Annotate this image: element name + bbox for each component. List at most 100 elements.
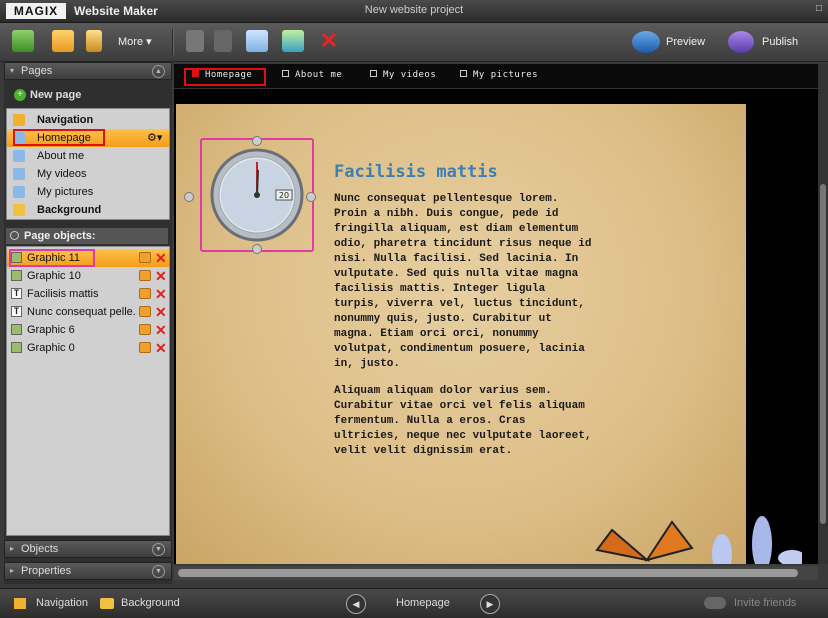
- toolbar: More ▾ ✕ Preview Publish: [0, 23, 828, 62]
- object-item-nunc-consequat[interactable]: T Nunc consequat pelle... ✕: [7, 303, 169, 321]
- resize-handle[interactable]: [306, 192, 316, 202]
- delete-icon[interactable]: ✕: [318, 30, 340, 52]
- scrollbar-thumb[interactable]: [820, 184, 826, 524]
- content-paragraph-2[interactable]: Aliquam aliquam dolor varius sem. Curabi…: [334, 384, 614, 459]
- visibility-icon[interactable]: [139, 270, 151, 281]
- scrollbar-thumb[interactable]: [178, 569, 798, 577]
- visibility-icon[interactable]: [139, 324, 151, 335]
- page-item-label: My videos: [37, 168, 87, 180]
- page-item-about-me[interactable]: About me: [7, 147, 169, 165]
- background-button[interactable]: Background: [121, 597, 180, 609]
- page-icon: [13, 150, 25, 162]
- page-item-background[interactable]: Background: [7, 201, 169, 219]
- new-page-button[interactable]: + New page: [8, 86, 170, 104]
- page-item-label: About me: [37, 150, 85, 162]
- undo-icon[interactable]: [186, 30, 204, 52]
- preview-label: Preview: [666, 36, 706, 48]
- site-nav-label: About me: [295, 70, 343, 80]
- delete-object-icon[interactable]: ✕: [155, 303, 167, 321]
- expand-circle-icon[interactable]: ▼: [152, 543, 165, 556]
- flower-graphic[interactable]: [702, 514, 802, 564]
- selection-highlight: [13, 129, 105, 146]
- vertical-scrollbar[interactable]: [818, 64, 828, 564]
- site-nav-about-me[interactable]: About me: [282, 70, 342, 80]
- visibility-icon[interactable]: [139, 252, 151, 263]
- object-item-graphic-11[interactable]: Graphic 11 ✕: [7, 249, 169, 267]
- window-button[interactable]: □: [816, 3, 822, 14]
- object-item-graphic-10[interactable]: Graphic 10 ✕: [7, 267, 169, 285]
- left-panel: ▾ Pages ▲ + New page Navigation Homepage…: [4, 62, 172, 584]
- expand-circle-icon[interactable]: ▼: [152, 565, 165, 578]
- delete-object-icon[interactable]: ✕: [155, 285, 167, 303]
- gear-icon[interactable]: ⚙▾: [147, 129, 162, 147]
- page-icon: [13, 168, 25, 180]
- properties-panel-header[interactable]: ▸ Properties ▼: [4, 562, 172, 580]
- collapse-circle-icon[interactable]: ▲: [152, 65, 165, 78]
- page-canvas[interactable]: Homepage About me My videos My pictures …: [174, 64, 818, 564]
- more-menu-button[interactable]: More ▾: [118, 35, 152, 48]
- nav-bullet-icon: [460, 70, 467, 77]
- object-item-graphic-0[interactable]: Graphic 0 ✕: [7, 339, 169, 357]
- pages-panel-header[interactable]: ▾ Pages ▲: [4, 62, 172, 80]
- redo-icon[interactable]: [214, 30, 232, 52]
- previous-page-icon[interactable]: ◀: [346, 594, 366, 614]
- delete-object-icon[interactable]: ✕: [155, 321, 167, 339]
- objects-panel-title: Objects: [21, 543, 59, 555]
- graphic-icon: [11, 342, 22, 353]
- site-nav-homepage[interactable]: Homepage: [192, 70, 252, 80]
- object-label: Facilisis mattis: [27, 288, 99, 300]
- site-nav-label: Homepage: [205, 70, 253, 80]
- selection-highlight: [9, 249, 95, 267]
- save-icon[interactable]: [86, 30, 102, 52]
- page-item-label: My pictures: [37, 186, 94, 198]
- text-icon: T: [11, 288, 22, 299]
- nav-bullet-icon: [282, 70, 289, 77]
- page-item-my-videos[interactable]: My videos: [7, 165, 169, 183]
- visibility-icon[interactable]: [139, 288, 151, 299]
- page-item-my-pictures[interactable]: My pictures: [7, 183, 169, 201]
- new-page-icon[interactable]: [12, 30, 34, 52]
- plus-icon: +: [14, 89, 26, 101]
- content-paragraph-1[interactable]: Nunc consequat pellentesque lorem. Proin…: [334, 192, 614, 372]
- site-nav-label: My pictures: [473, 70, 539, 80]
- project-title: New website project: [364, 4, 464, 16]
- visibility-icon[interactable]: [139, 306, 151, 317]
- resize-handle[interactable]: [252, 136, 262, 146]
- clock-date: 20: [279, 191, 289, 200]
- object-item-facilisis-mattis[interactable]: T Facilisis mattis ✕: [7, 285, 169, 303]
- delete-object-icon[interactable]: ✕: [155, 249, 167, 267]
- current-page-label: Homepage: [396, 597, 450, 609]
- next-page-icon[interactable]: ▶: [480, 594, 500, 614]
- invite-friends-button[interactable]: Invite friends: [734, 597, 796, 609]
- delete-object-icon[interactable]: ✕: [155, 267, 167, 285]
- page-item-homepage[interactable]: Homepage ⚙▾: [7, 129, 169, 147]
- content-heading[interactable]: Facilisis mattis: [334, 162, 498, 182]
- background-icon: [13, 204, 25, 216]
- expand-arrow-icon: ▸: [10, 544, 15, 553]
- toolbar-separator: [172, 29, 174, 55]
- object-item-graphic-6[interactable]: Graphic 6 ✕: [7, 321, 169, 339]
- delete-object-icon[interactable]: ✕: [155, 339, 167, 357]
- nav-bullet-icon: [370, 70, 377, 77]
- open-folder-icon[interactable]: [52, 30, 74, 52]
- objects-panel-header[interactable]: ▸ Objects ▼: [4, 540, 172, 558]
- paste-icon[interactable]: [282, 30, 304, 52]
- clock-graphic[interactable]: 20: [210, 148, 304, 242]
- butterfly-graphic[interactable]: [592, 520, 702, 564]
- text-icon: T: [11, 306, 22, 317]
- site-nav-label: My videos: [383, 70, 437, 80]
- site-nav-my-pictures[interactable]: My pictures: [460, 70, 538, 80]
- site-nav-my-videos[interactable]: My videos: [370, 70, 436, 80]
- copy-icon[interactable]: [246, 30, 268, 52]
- object-label: Nunc consequat pelle...: [27, 306, 137, 318]
- horizontal-scrollbar[interactable]: [174, 566, 818, 580]
- graphic-icon: [11, 270, 22, 281]
- navigation-button[interactable]: Navigation: [36, 597, 88, 609]
- resize-handle[interactable]: [252, 244, 262, 254]
- navigation-icon: [14, 598, 26, 609]
- resize-handle[interactable]: [184, 192, 194, 202]
- site-navigation-bar: Homepage About me My videos My pictures: [174, 64, 818, 89]
- visibility-icon[interactable]: [139, 342, 151, 353]
- page-item-navigation[interactable]: Navigation: [7, 111, 169, 129]
- page-item-label: Background: [37, 204, 102, 216]
